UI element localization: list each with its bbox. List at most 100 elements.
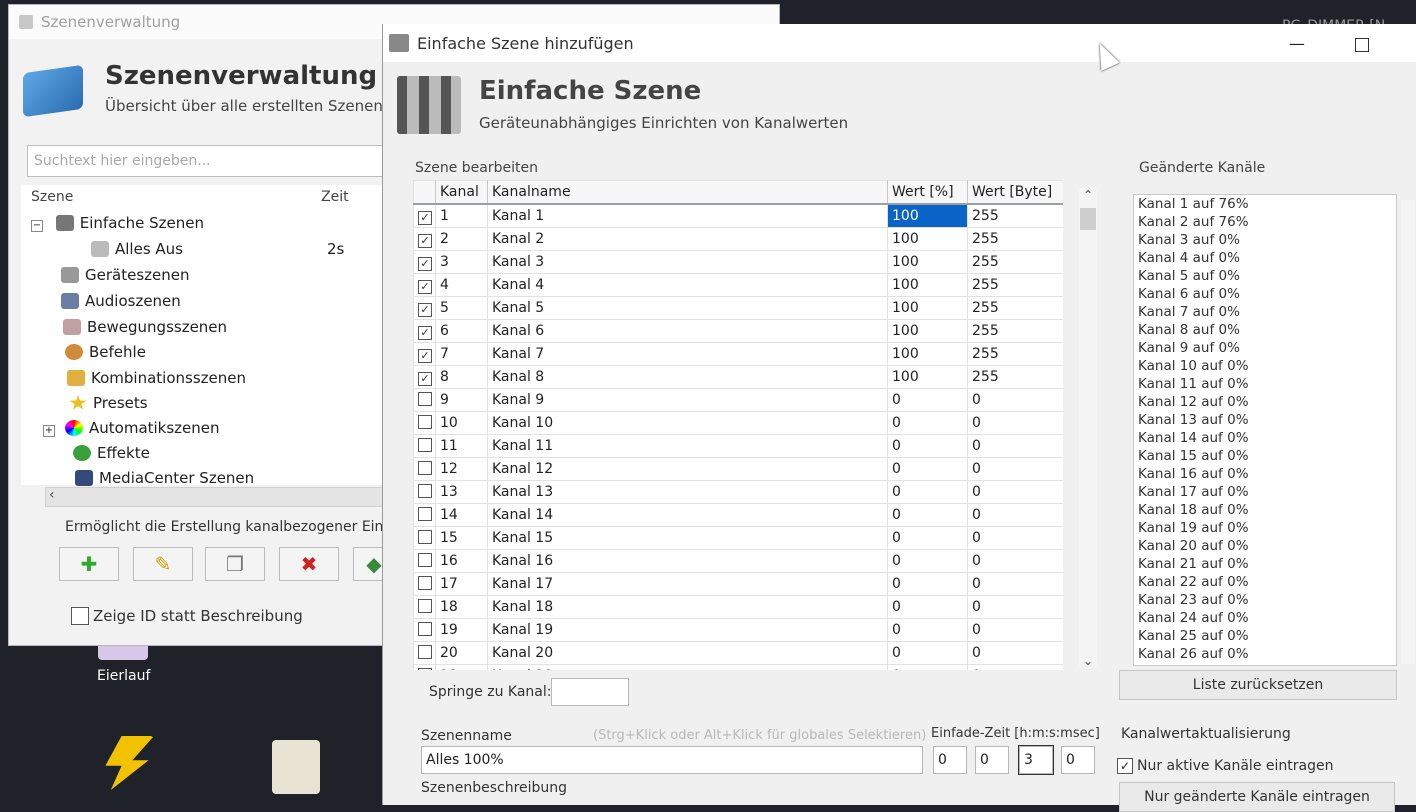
collapse-icon[interactable]: − [31,220,43,232]
list-item[interactable]: Kanal 4 auf 0% [1134,249,1396,267]
row-checkbox[interactable]: ✓ [413,203,436,228]
table-row[interactable]: ✓ 5 Kanal 5 100 255 [413,296,1063,320]
channel-name[interactable]: Kanal 10 [487,411,888,435]
reset-list-button[interactable]: Liste zurücksetzen [1119,670,1397,700]
table-row[interactable]: ✓ 8 Kanal 8 100 255 [413,365,1063,389]
row-checkbox[interactable] [413,526,436,550]
value-percent[interactable]: 0 [887,664,968,670]
delete-button[interactable]: ✖ [279,547,339,581]
channel-name[interactable]: Kanal 16 [487,549,888,573]
row-checkbox[interactable] [413,434,436,458]
checkbox-icon[interactable] [418,530,432,544]
tree-item-audioszenen[interactable]: Audioszenen [61,289,181,313]
checkbox-icon[interactable] [418,415,432,429]
table-row[interactable]: 12 Kanal 12 0 0 [413,457,1063,481]
value-percent[interactable]: 100 [887,342,968,366]
value-percent[interactable]: 100 [887,203,968,228]
changed-channels-list[interactable]: Kanal 1 auf 76% Kanal 2 auf 76% Kanal 3 au… [1133,194,1397,666]
fade-minutes-input[interactable]: 0 [975,746,1009,774]
value-percent[interactable]: 0 [887,572,968,596]
value-percent[interactable]: 100 [887,296,968,320]
row-checkbox[interactable]: ✓ [413,250,436,274]
checkbox-icon[interactable] [418,484,432,498]
value-percent[interactable]: 100 [887,250,968,274]
value-byte[interactable]: 255 [967,296,1063,320]
checkbox-icon[interactable] [418,461,432,475]
row-checkbox[interactable] [413,549,436,573]
scene-name-input[interactable]: Alles 100% [421,746,923,774]
row-checkbox[interactable]: ✓ [413,227,436,251]
list-item[interactable]: Kanal 3 auf 0% [1134,231,1396,249]
expand-icon[interactable]: + [43,425,55,437]
tree-item-einfache-szenen[interactable]: − Einfache Szenen [31,211,204,235]
value-byte[interactable]: 0 [967,434,1063,458]
value-byte[interactable]: 0 [967,457,1063,481]
value-percent[interactable]: 0 [887,618,968,642]
list-item[interactable]: Kanal 1 auf 76% [1134,195,1396,213]
tree-horizontal-scrollbar[interactable] [45,487,391,507]
value-percent[interactable]: 100 [887,319,968,343]
row-checkbox[interactable] [413,457,436,481]
channel-name[interactable]: Kanal 14 [487,503,888,527]
table-row[interactable]: ✓ 2 Kanal 2 100 255 [413,227,1063,251]
row-checkbox[interactable] [413,664,436,670]
channel-name[interactable]: Kanal 17 [487,572,888,596]
checkbox-icon[interactable] [418,392,432,406]
list-item[interactable]: Kanal 7 auf 0% [1134,303,1396,321]
value-byte[interactable]: 0 [967,641,1063,665]
checkbox-icon[interactable] [418,645,432,659]
list-item[interactable]: Kanal 25 auf 0% [1134,627,1396,645]
list-item[interactable]: Kanal 14 auf 0% [1134,429,1396,447]
checkbox-icon[interactable] [418,438,432,452]
list-item[interactable]: Kanal 22 auf 0% [1134,573,1396,591]
edit-button[interactable]: ✎ [133,547,193,581]
value-byte[interactable]: 0 [967,618,1063,642]
table-row[interactable]: ✓ 1 Kanal 1 100 255 [413,203,1063,228]
value-byte[interactable]: 0 [967,388,1063,412]
checkbox-icon[interactable]: ✓ [418,326,432,340]
show-id-checkbox[interactable] [71,607,89,625]
table-row[interactable]: 9 Kanal 900 [413,388,1063,412]
value-percent[interactable]: 100 [887,365,968,389]
grid-header-wert-byte[interactable]: Wert [Byte] [967,180,1063,205]
checkbox-icon[interactable] [418,622,432,636]
tree-item-effekte[interactable]: Effekte [73,441,150,465]
list-item[interactable]: Kanal 23 auf 0% [1134,591,1396,609]
maximize-button[interactable] [1355,38,1369,52]
channel-name[interactable]: Kanal 18 [487,595,888,619]
table-row[interactable]: 18 Kanal 18 0 0 [413,595,1063,619]
row-checkbox[interactable]: ✓ [413,319,436,343]
value-byte[interactable]: 255 [967,227,1063,251]
table-row[interactable]: 13 Kanal 13 0 0 [413,480,1063,504]
table-row[interactable]: 15 Kanal 15 0 0 [413,526,1063,550]
checkbox-icon[interactable]: ✓ [418,280,432,294]
list-item[interactable]: Kanal 18 auf 0% [1134,501,1396,519]
list-item[interactable]: Kanal 5 auf 0% [1134,267,1396,285]
tree-item-automatikszenen[interactable]: + Automatikszenen [43,416,220,440]
fade-seconds-input[interactable]: 3 [1018,745,1054,775]
list-item[interactable]: Kanal 12 auf 0% [1134,393,1396,411]
column-header-time[interactable]: Zeit [321,189,349,205]
value-byte[interactable]: 255 [967,203,1063,228]
table-row[interactable]: 21Kanal 2100 [413,664,1063,670]
channel-name[interactable]: Kanal 5 [487,296,888,320]
list-item[interactable]: Kanal 11 auf 0% [1134,375,1396,393]
list-item[interactable]: Kanal 9 auf 0% [1134,339,1396,357]
value-percent[interactable]: 0 [887,434,968,458]
only-changed-button[interactable]: Nur geänderte Kanäle eintragen [1119,782,1395,812]
value-byte[interactable]: 0 [967,595,1063,619]
column-header-scene[interactable]: Szene [31,189,73,205]
checkbox-icon[interactable] [418,507,432,521]
value-percent[interactable]: 0 [887,549,968,573]
value-byte[interactable]: 255 [967,250,1063,274]
channel-name[interactable]: Kanal 9 [487,388,888,412]
channel-name[interactable]: Kanal 19 [487,618,888,642]
table-row[interactable]: ✓ 4 Kanal 4 100 255 [413,273,1063,297]
checkbox-icon[interactable]: ✓ [418,211,432,225]
grid-header-kanalname[interactable]: Kanalname [487,180,888,205]
changed-list-scrollbar[interactable] [1401,200,1415,664]
list-item[interactable]: Kanal 8 auf 0% [1134,321,1396,339]
table-row[interactable]: 11 Kanal 11 0 0 [413,434,1063,458]
list-item[interactable]: Kanal 6 auf 0% [1134,285,1396,303]
list-item[interactable]: Kanal 10 auf 0% [1134,357,1396,375]
